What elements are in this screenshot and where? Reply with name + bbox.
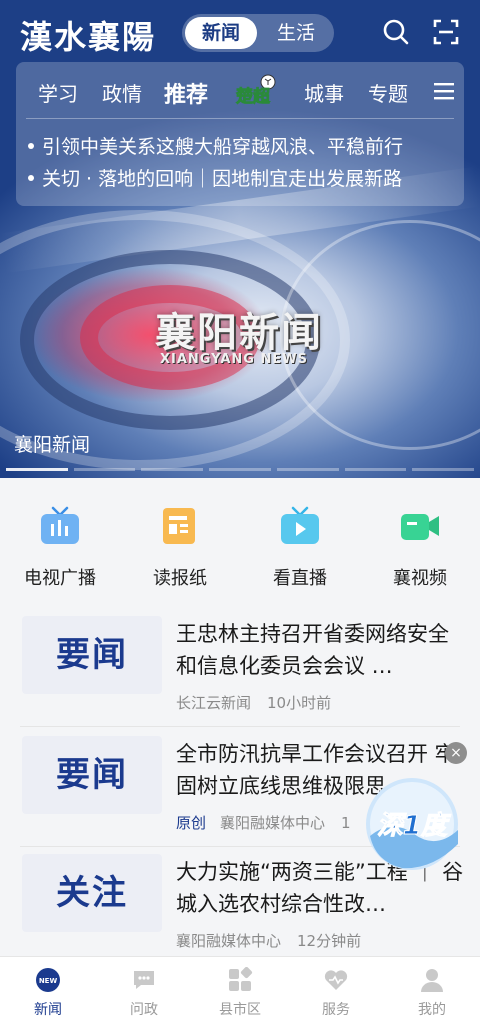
tab-recommend[interactable]: 推荐: [164, 77, 208, 109]
news-source: 长江云新闻: [176, 694, 252, 712]
service-video[interactable]: 襄视频: [360, 478, 480, 606]
bottom-nav: NEW 新闻 问政 县市区 服务 我的: [0, 956, 480, 1020]
nav-label: 县市区: [219, 1002, 261, 1018]
service-label: 襄视频: [393, 568, 447, 589]
service-label: 电视广播: [24, 568, 96, 589]
carousel-dot: [6, 468, 68, 471]
headline-link[interactable]: 关切 · 落地的回响｜因地制宜走出发展新路: [28, 164, 402, 191]
carousel-dot: [209, 468, 271, 471]
news-time: 1: [341, 814, 351, 832]
nav-label: 问政: [130, 1002, 158, 1018]
segment-news[interactable]: 新闻: [185, 17, 257, 49]
tab-city[interactable]: 城事: [304, 78, 344, 107]
news-icon: NEW: [36, 968, 60, 992]
nav-districts[interactable]: 县市区: [192, 957, 288, 1020]
news-item[interactable]: 要闻 王忠林主持召开省委网络安全和信息化委员会会议 … 长江云新闻 10小时前: [20, 606, 464, 724]
carousel-dot: [276, 468, 339, 471]
search-icon[interactable]: [382, 18, 410, 46]
nav-inquiry[interactable]: 问政: [96, 957, 192, 1020]
tv-broadcast-icon: [41, 506, 79, 544]
nav-label: 服务: [322, 1002, 350, 1018]
grid-icon: [229, 967, 253, 991]
news-time: 10小时前: [267, 694, 332, 712]
close-float-button[interactable]: ×: [445, 742, 467, 764]
carousel-dot: [73, 468, 136, 471]
news-thumbnail: 关注: [22, 854, 162, 932]
news-meta: 襄阳融媒体中心 12分钟前: [176, 930, 361, 951]
menu-icon[interactable]: [434, 82, 454, 100]
user-icon: [421, 969, 443, 992]
carousel-dot: [344, 468, 407, 471]
chat-icon: [134, 971, 154, 989]
nav-label: 我的: [418, 1002, 446, 1018]
nav-news[interactable]: NEW 新闻: [0, 957, 96, 1020]
news-source: 襄阳融媒体中心: [176, 932, 282, 950]
newspaper-icon: [163, 508, 195, 544]
tab-chuchao-label: 楚超: [236, 86, 271, 107]
carousel-indicator: [6, 468, 475, 472]
bullet-dot: [28, 143, 34, 149]
segment-life[interactable]: 生活: [260, 17, 332, 49]
service-newspaper[interactable]: 读报纸: [120, 478, 240, 606]
channel-tabs: 学习 政情 推荐 楚超 城事 专题: [16, 62, 464, 118]
news-tag: 原创: [176, 814, 207, 832]
deep-report-label: 深1度: [377, 811, 452, 841]
carousel-dot: [141, 468, 204, 471]
carousel-dot: [412, 468, 475, 471]
news-thumbnail: 要闻: [22, 736, 162, 814]
service-shortcuts: 电视广播 读报纸 看直播 襄视频: [0, 478, 480, 606]
service-live[interactable]: 看直播: [240, 478, 360, 606]
panel-divider: [26, 118, 454, 119]
service-tv-broadcast[interactable]: 电视广播: [0, 478, 120, 606]
section-switcher: 新闻 生活: [182, 14, 334, 52]
app-logo: 漢水襄陽: [20, 18, 157, 56]
tab-study[interactable]: 学习: [38, 78, 78, 107]
headline-text: 引领中美关系这艘大船穿越风浪、平稳前行: [42, 136, 404, 158]
live-play-icon: [281, 506, 319, 544]
headline-text: 关切 · 落地的回响｜因地制宜走出发展新路: [42, 168, 403, 190]
news-source: 襄阳融媒体中心: [220, 814, 326, 832]
tab-topic[interactable]: 专题: [368, 78, 408, 107]
scan-icon[interactable]: [432, 18, 460, 46]
channel-panel: 学习 政情 推荐 楚超 城事 专题 引领中美关系这艘大船穿越风浪、平稳前行 关切…: [16, 62, 464, 206]
nav-profile[interactable]: 我的: [384, 957, 480, 1020]
top-bar: 漢水襄陽 新闻 生活: [0, 0, 480, 62]
deep-report-badge[interactable]: 深1度: [362, 774, 462, 872]
headline-link[interactable]: 引领中美关系这艘大船穿越风浪、平稳前行: [28, 132, 403, 159]
news-thumbnail: 要闻: [22, 616, 162, 694]
service-heart-icon: [324, 970, 348, 990]
news-meta: 原创 襄阳融媒体中心 1: [176, 812, 351, 833]
news-meta: 长江云新闻 10小时前: [176, 692, 331, 713]
tab-chuchao-badge[interactable]: 楚超: [234, 74, 280, 108]
hero-logo-en: XIANGYANG NEWS: [160, 352, 308, 367]
tab-politics[interactable]: 政情: [102, 78, 142, 107]
nav-label: 新闻: [34, 1002, 62, 1018]
news-time: 12分钟前: [297, 932, 362, 950]
nav-service[interactable]: 服务: [288, 957, 384, 1020]
hero-logo-cn: 襄阳新闻: [155, 309, 323, 356]
bullet-dot: [28, 175, 34, 181]
service-label: 看直播: [273, 568, 327, 589]
news-title: 王忠林主持召开省委网络安全和信息化委员会会议 …: [176, 622, 449, 678]
hero-caption: 襄阳新闻: [14, 434, 91, 456]
svg-text:NEW: NEW: [39, 977, 58, 985]
video-camera-icon: [401, 514, 439, 540]
service-label: 读报纸: [153, 568, 207, 589]
